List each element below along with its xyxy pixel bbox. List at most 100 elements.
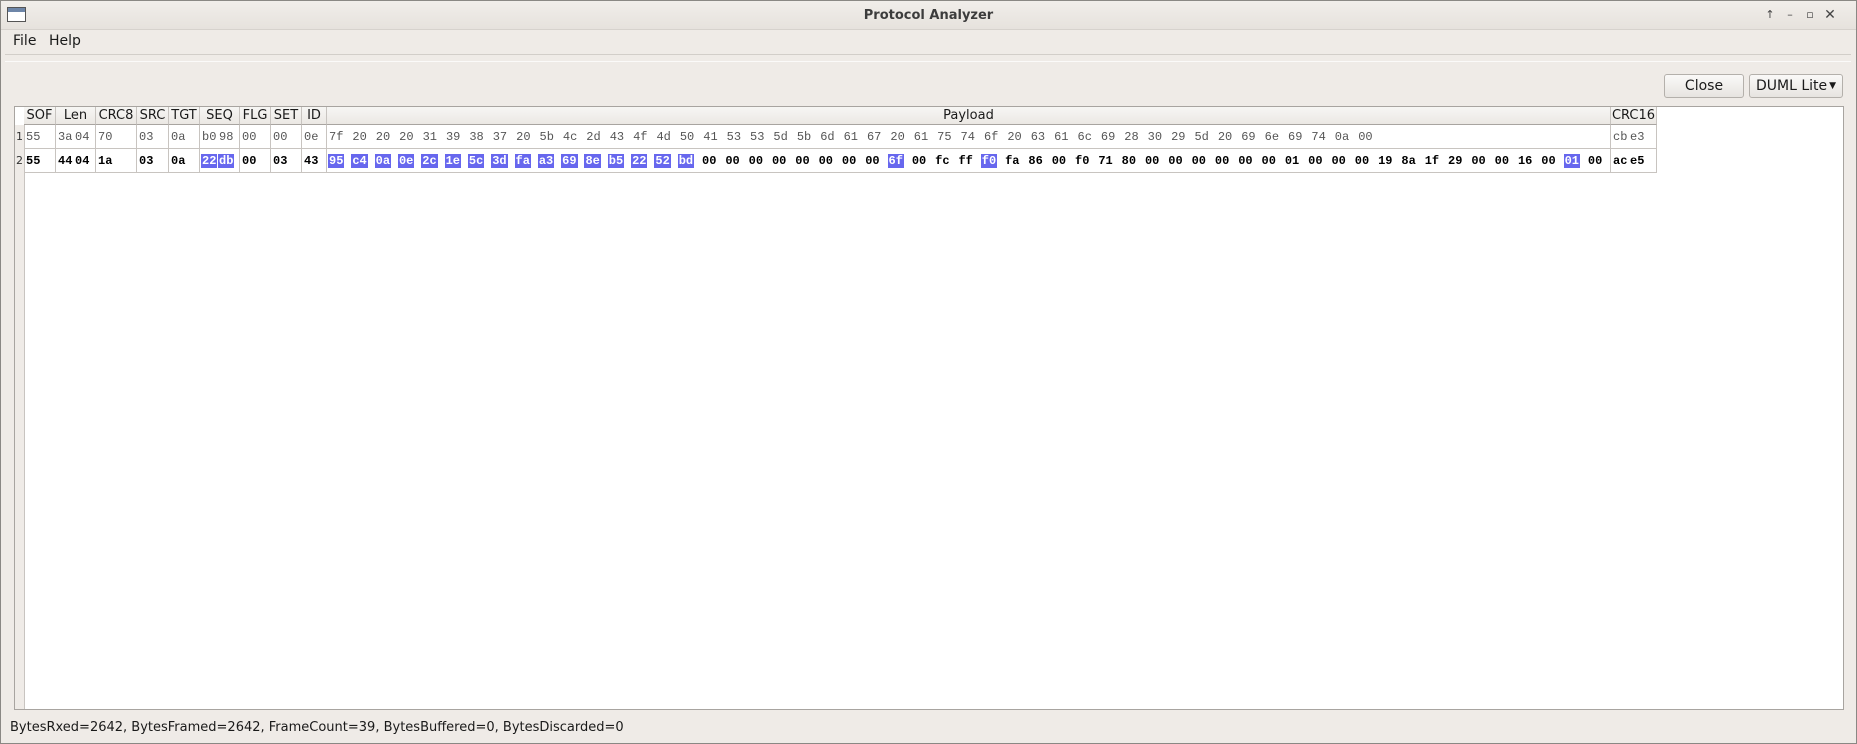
up-arrow-icon[interactable]: ↑: [1761, 6, 1779, 24]
cell-flg[interactable]: 00: [240, 125, 271, 149]
byte-value: 4f: [633, 130, 648, 144]
cell-id[interactable]: 0e: [302, 125, 327, 149]
cell-crc16[interactable]: cb e3: [1611, 125, 1657, 149]
menu-help[interactable]: Help: [44, 32, 86, 50]
byte-value: 67: [866, 130, 882, 144]
cell-flg[interactable]: 00: [240, 149, 271, 173]
byte-value: e5: [1630, 154, 1645, 168]
cell-seq[interactable]: 22 db: [200, 149, 240, 173]
cell-len[interactable]: 44 04: [56, 149, 96, 173]
byte-value: 00: [1358, 130, 1373, 144]
byte-value: 04: [75, 130, 90, 144]
chevron-down-icon: ▼: [1829, 81, 1836, 91]
byte-value: 95: [328, 154, 345, 168]
cell-src[interactable]: 03: [137, 125, 169, 149]
byte-value: 03: [139, 130, 154, 144]
byte-value: 01: [1563, 154, 1580, 168]
byte-value: 0a: [171, 130, 186, 144]
byte-value: 74: [1311, 130, 1326, 144]
byte-value: 00: [1471, 154, 1486, 168]
close-icon[interactable]: ✕: [1821, 6, 1839, 24]
cell-tgt[interactable]: 0a: [169, 125, 200, 149]
cell-seq[interactable]: b0 98: [200, 125, 240, 149]
cell-sof[interactable]: 55: [24, 125, 56, 149]
byte-value: 20: [352, 130, 367, 144]
byte-value: 53: [726, 130, 742, 144]
cell-tgt[interactable]: 0a: [169, 149, 200, 173]
menu-file[interactable]: File: [8, 32, 41, 50]
status-bar: BytesRxed=2642, BytesFramed=2642, FrameC…: [10, 720, 624, 735]
byte-value: 80: [1121, 154, 1137, 168]
byte-value: 1e: [444, 154, 461, 168]
byte-value: 03: [273, 154, 288, 168]
column-header-len[interactable]: Len: [56, 107, 96, 125]
byte-value: b5: [607, 154, 625, 168]
byte-value: 00: [242, 130, 257, 144]
byte-value: 22: [631, 154, 648, 168]
byte-value: fc: [935, 154, 950, 168]
cell-set[interactable]: 00: [271, 125, 302, 149]
byte-value: 6f: [887, 154, 904, 168]
cell-len[interactable]: 3a 04: [56, 125, 96, 149]
column-header-src[interactable]: SRC: [137, 107, 169, 125]
frame-table[interactable]: SOF Len CRC8 SRC TGT SEQ FLG SET ID Payload CRC16 …: [14, 106, 1844, 710]
byte-value: c4: [351, 154, 368, 168]
byte-value: f0: [980, 154, 998, 168]
byte-value: 29: [1171, 130, 1186, 144]
byte-value: 70: [98, 130, 113, 144]
byte-value: 03: [139, 154, 154, 168]
byte-value: 0e: [304, 130, 319, 144]
byte-value: 38: [469, 130, 484, 144]
byte-value: 6e: [1264, 130, 1280, 144]
column-header-seq[interactable]: SEQ: [200, 107, 240, 125]
close-button[interactable]: Close: [1664, 74, 1744, 98]
byte-value: 00: [273, 130, 288, 144]
cell-payload[interactable]: 7f 20 20 20 31 39 38 37 20 5b 4c 2d 43 4f 4d 50 41 53 53 5d…: [327, 125, 1611, 149]
byte-value: 5c: [467, 154, 485, 168]
byte-value: e3: [1630, 130, 1645, 144]
column-header-sof[interactable]: SOF: [24, 107, 56, 125]
column-header-crc16[interactable]: CRC16: [1611, 107, 1657, 125]
byte-value: 6d: [820, 130, 835, 144]
byte-value: 00: [748, 154, 764, 168]
column-header-set[interactable]: SET: [271, 107, 302, 125]
column-header-flg[interactable]: FLG: [240, 107, 271, 125]
byte-value: 2d: [586, 130, 601, 144]
byte-value: 86: [1028, 154, 1043, 168]
column-header-id[interactable]: ID: [302, 107, 327, 125]
byte-value: 00: [818, 154, 833, 168]
byte-value: 43: [304, 154, 319, 168]
byte-value: 6f: [983, 130, 999, 144]
byte-value: 4c: [562, 130, 578, 144]
cell-sof[interactable]: 55: [24, 149, 56, 173]
byte-value: db: [218, 154, 235, 168]
byte-value: 20: [375, 130, 391, 144]
byte-value: 61: [843, 130, 858, 144]
cell-crc16[interactable]: ac e5: [1611, 149, 1657, 173]
byte-value: 71: [1098, 154, 1113, 168]
byte-value: 00: [1051, 154, 1067, 168]
byte-value: 00: [911, 154, 927, 168]
column-header-tgt[interactable]: TGT: [169, 107, 200, 125]
byte-value: cb: [1613, 130, 1628, 144]
row-number: 2: [16, 154, 23, 167]
row-header: [15, 125, 25, 709]
byte-value: 74: [960, 130, 975, 144]
minimize-icon[interactable]: –: [1781, 6, 1799, 24]
cell-id[interactable]: 43: [302, 149, 327, 173]
maximize-icon[interactable]: ▫: [1801, 6, 1819, 24]
row-number: 1: [16, 130, 23, 143]
cell-crc8[interactable]: 70: [96, 125, 137, 149]
byte-value: f0: [1075, 154, 1090, 168]
byte-value: 44: [58, 154, 73, 168]
cell-payload[interactable]: 95 c4 0a 0e 2c 1e 5c 3d fa a3 69 8e b5 22 52 bd 00 00 00 00…: [327, 149, 1611, 173]
byte-value: 00: [1587, 154, 1603, 168]
byte-value: 20: [516, 130, 531, 144]
column-header-payload[interactable]: Payload: [327, 107, 1611, 125]
cell-crc8[interactable]: 1a: [96, 149, 137, 173]
column-header-crc8[interactable]: CRC8: [96, 107, 137, 125]
byte-value: a3: [537, 154, 555, 168]
cell-set[interactable]: 03: [271, 149, 302, 173]
cell-src[interactable]: 03: [137, 149, 169, 173]
protocol-select[interactable]: DUML Lite ▼: [1749, 74, 1843, 98]
